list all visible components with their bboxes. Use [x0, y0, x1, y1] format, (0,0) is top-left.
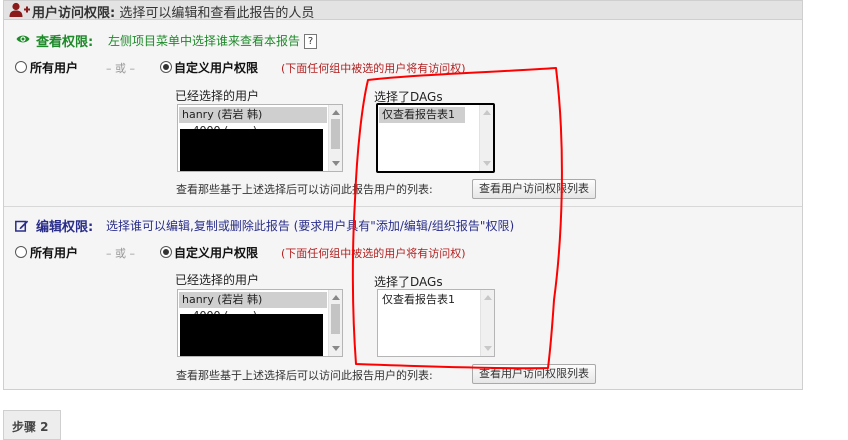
edit-all-users-label: 所有用户: [30, 246, 79, 260]
list-item[interactable]: 仅查看报告表1: [379, 107, 465, 123]
view-or-text: – 或 –: [106, 62, 135, 75]
edit-selected-users-listbox[interactable]: hanry (若岩 韩) ...4000 (.......): [177, 289, 343, 357]
edit-or-text: – 或 –: [106, 247, 135, 260]
scroll-down-icon[interactable]: [332, 346, 340, 351]
view-custom-users-radio[interactable]: [160, 61, 172, 73]
edit-selected-users-label: 已经选择的用户: [175, 273, 260, 287]
edit-note: (下面任何组中被选的用户将有访问权): [281, 247, 466, 260]
redaction-block: [180, 129, 323, 171]
user-access-panel: 用户访问权限: 选择可以编辑和查看此报告的人员 查看权限: 左侧项目菜单中选择谁…: [3, 0, 803, 390]
scroll-up-icon[interactable]: [483, 110, 491, 115]
scroll-up-icon[interactable]: [332, 110, 340, 115]
user-add-icon: [9, 2, 30, 17]
list-item[interactable]: hanry (若岩 韩): [179, 292, 327, 308]
view-access-list-button[interactable]: 查看用户访问权限列表: [472, 179, 596, 199]
view-users-scrollbar[interactable]: [328, 105, 342, 171]
view-permission-description: 左侧项目菜单中选择谁来查看本报告?: [108, 32, 318, 49]
edit-permission-title: 编辑权限:: [36, 220, 94, 235]
scroll-up-icon[interactable]: [332, 295, 340, 300]
edit-selected-dags-listbox[interactable]: 仅查看报告表1: [377, 289, 495, 357]
scroll-thumb[interactable]: [331, 119, 340, 149]
edit-selected-dags-label: 选择了DAGs: [374, 275, 443, 289]
view-selected-users-label: 已经选择的用户: [175, 89, 260, 103]
help-icon[interactable]: ?: [304, 34, 318, 49]
view-permission-title: 查看权限:: [36, 35, 94, 50]
panel-header: 用户访问权限: 选择可以编辑和查看此报告的人员: [4, 1, 802, 21]
list-item[interactable]: 仅查看报告表1: [379, 292, 465, 308]
panel-title: 用户访问权限: 选择可以编辑和查看此报告的人员: [32, 6, 315, 21]
scroll-thumb[interactable]: [331, 304, 340, 334]
edit-users-scrollbar[interactable]: [328, 290, 342, 356]
view-custom-users-label: 自定义用户权限: [174, 61, 259, 75]
view-selected-dags-listbox[interactable]: 仅查看报告表1: [376, 103, 495, 173]
view-all-users-radio[interactable]: [15, 61, 27, 73]
view-all-users-label: 所有用户: [30, 61, 79, 75]
scroll-down-icon[interactable]: [483, 161, 491, 166]
eye-icon: [16, 35, 30, 43]
edit-custom-users-radio[interactable]: [160, 246, 172, 258]
redaction-block: [180, 314, 323, 356]
scroll-up-icon[interactable]: [484, 295, 492, 300]
view-note: (下面任何组中被选的用户将有访问权): [281, 62, 466, 75]
edit-icon: [15, 220, 29, 232]
edit-access-list-text: 查看那些基于上述选择后可以访问此报告用户的列表:: [176, 369, 433, 382]
view-selected-users-listbox[interactable]: hanry (若岩 韩) ...4000 (.......): [177, 104, 343, 172]
edit-permission-description: 选择谁可以编辑,复制或删除此报告 (要求用户具有"添加/编辑/组织报告"权限): [106, 219, 515, 233]
list-item[interactable]: hanry (若岩 韩): [179, 107, 327, 123]
scroll-down-icon[interactable]: [332, 161, 340, 166]
section-divider: [4, 206, 802, 207]
view-dags-scrollbar[interactable]: [479, 105, 493, 171]
edit-dags-scrollbar[interactable]: [480, 290, 494, 356]
view-access-list-text: 查看那些基于上述选择后可以访问此报告用户的列表:: [176, 183, 433, 196]
edit-custom-users-label: 自定义用户权限: [174, 246, 259, 260]
next-step-button[interactable]: 步骤 2: [3, 410, 61, 440]
edit-all-users-radio[interactable]: [15, 246, 27, 258]
edit-access-list-button[interactable]: 查看用户访问权限列表: [472, 364, 596, 384]
scroll-down-icon[interactable]: [484, 346, 492, 351]
